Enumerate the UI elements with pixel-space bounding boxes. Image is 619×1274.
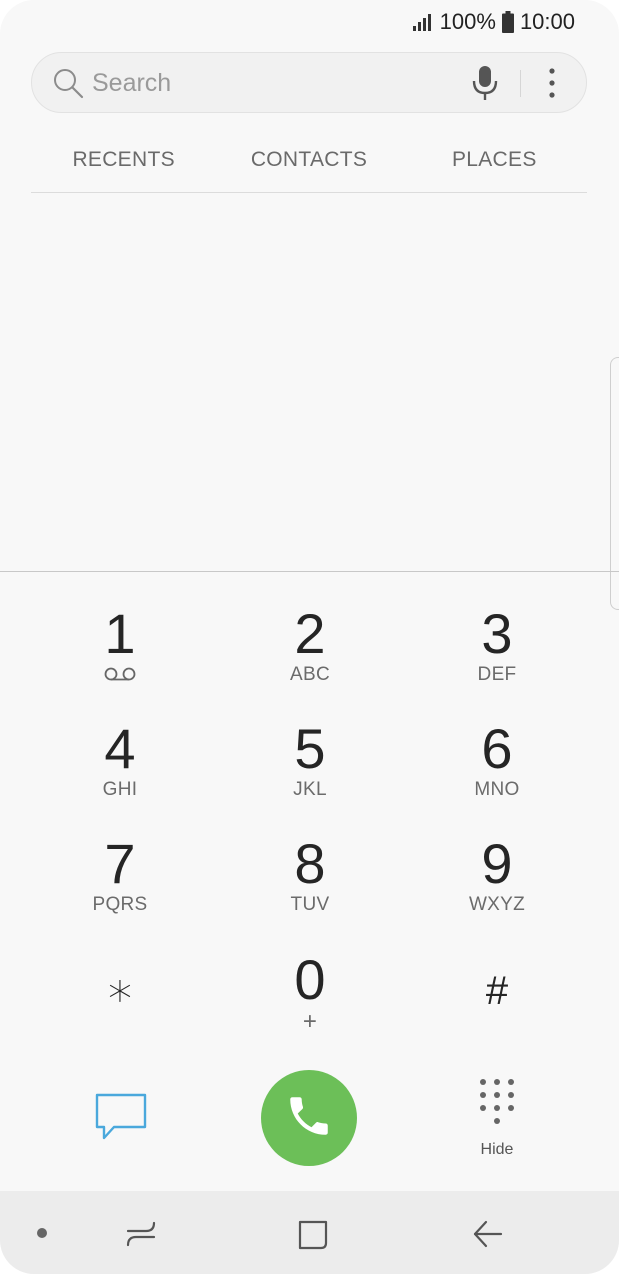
home-icon[interactable]: [297, 1219, 329, 1256]
dialpad-key-3[interactable]: 3 DEF: [407, 606, 587, 706]
key-digit: 4: [104, 717, 136, 780]
recent-apps-icon[interactable]: [124, 1219, 158, 1254]
voicemail-icon: [30, 666, 210, 687]
clock: 10:00: [519, 9, 575, 34]
key-letters: TUV: [290, 894, 330, 915]
hide-dialpad-button[interactable]: Hide: [470, 1078, 524, 1159]
dialpad-key-star[interactable]: ∗: [30, 963, 210, 1063]
key-letters: DEF: [477, 664, 517, 685]
mic-icon[interactable]: [471, 65, 499, 106]
key-letters: ABC: [290, 664, 330, 685]
dialer-actions: Hide: [0, 1060, 619, 1175]
dialpad-key-hash[interactable]: #: [407, 963, 587, 1063]
search-bar[interactable]: Search: [31, 52, 587, 113]
key-digit: ∗: [104, 964, 136, 1017]
dialpad-key-0[interactable]: 0 +: [220, 952, 400, 1052]
message-icon[interactable]: [94, 1092, 148, 1147]
tab-contacts[interactable]: CONTACTS: [216, 132, 401, 192]
search-icon: [52, 67, 84, 104]
search-divider: [520, 70, 521, 97]
dialpad-icon: [477, 1079, 517, 1134]
tab-bar: RECENTS CONTACTS PLACES: [31, 132, 587, 193]
content-area: [0, 192, 619, 571]
key-digit: 8: [294, 832, 326, 895]
key-letters: PQRS: [92, 894, 148, 915]
key-digit: 5: [294, 717, 326, 780]
back-icon[interactable]: [472, 1219, 504, 1254]
dialpad-key-9[interactable]: 9 WXYZ: [407, 836, 587, 936]
key-digit: 6: [481, 717, 513, 780]
dialpad-key-5[interactable]: 5 JKL: [220, 721, 400, 821]
more-vertical-icon[interactable]: [544, 67, 560, 104]
edge-panel-handle[interactable]: [610, 357, 619, 610]
key-letters: WXYZ: [468, 894, 526, 915]
dialpad-key-7[interactable]: 7 PQRS: [30, 836, 210, 936]
tab-places[interactable]: PLACES: [402, 132, 587, 192]
key-letters: JKL: [293, 779, 327, 800]
dialpad-key-1[interactable]: 1: [30, 606, 210, 706]
key-letters: MNO: [474, 779, 520, 800]
key-digit: 7: [104, 832, 136, 895]
dialpad-key-2[interactable]: 2 ABC: [220, 606, 400, 706]
phone-icon: [284, 1091, 334, 1146]
phone-screen: 100% 10:00 Search RECENTS CONTACTS PLACE…: [0, 0, 619, 1274]
key-digit: 1: [104, 602, 136, 665]
status-bar: 100% 10:00: [0, 0, 619, 44]
search-input[interactable]: Search: [92, 53, 171, 114]
key-digit: 3: [481, 602, 513, 665]
key-letters: +: [302, 1008, 318, 1035]
dialpad-key-6[interactable]: 6 MNO: [407, 721, 587, 821]
key-digit: 0: [294, 948, 326, 1011]
tab-recents[interactable]: RECENTS: [31, 132, 216, 192]
key-digit: #: [485, 969, 509, 1013]
hide-label: Hide: [480, 1141, 514, 1158]
dialpad-key-4[interactable]: 4 GHI: [30, 721, 210, 821]
key-digit: 9: [481, 832, 513, 895]
battery-percent: 100%: [439, 9, 496, 34]
navigation-bar: [0, 1191, 619, 1274]
dialpad-key-8[interactable]: 8 TUV: [220, 836, 400, 936]
call-button[interactable]: [261, 1070, 357, 1166]
key-letters: GHI: [102, 779, 138, 800]
key-digit: 2: [294, 602, 326, 665]
nav-dot-indicator[interactable]: [37, 1228, 47, 1238]
battery-icon: [501, 11, 514, 33]
signal-icon: [412, 12, 434, 32]
dialpad-divider: [0, 571, 619, 572]
